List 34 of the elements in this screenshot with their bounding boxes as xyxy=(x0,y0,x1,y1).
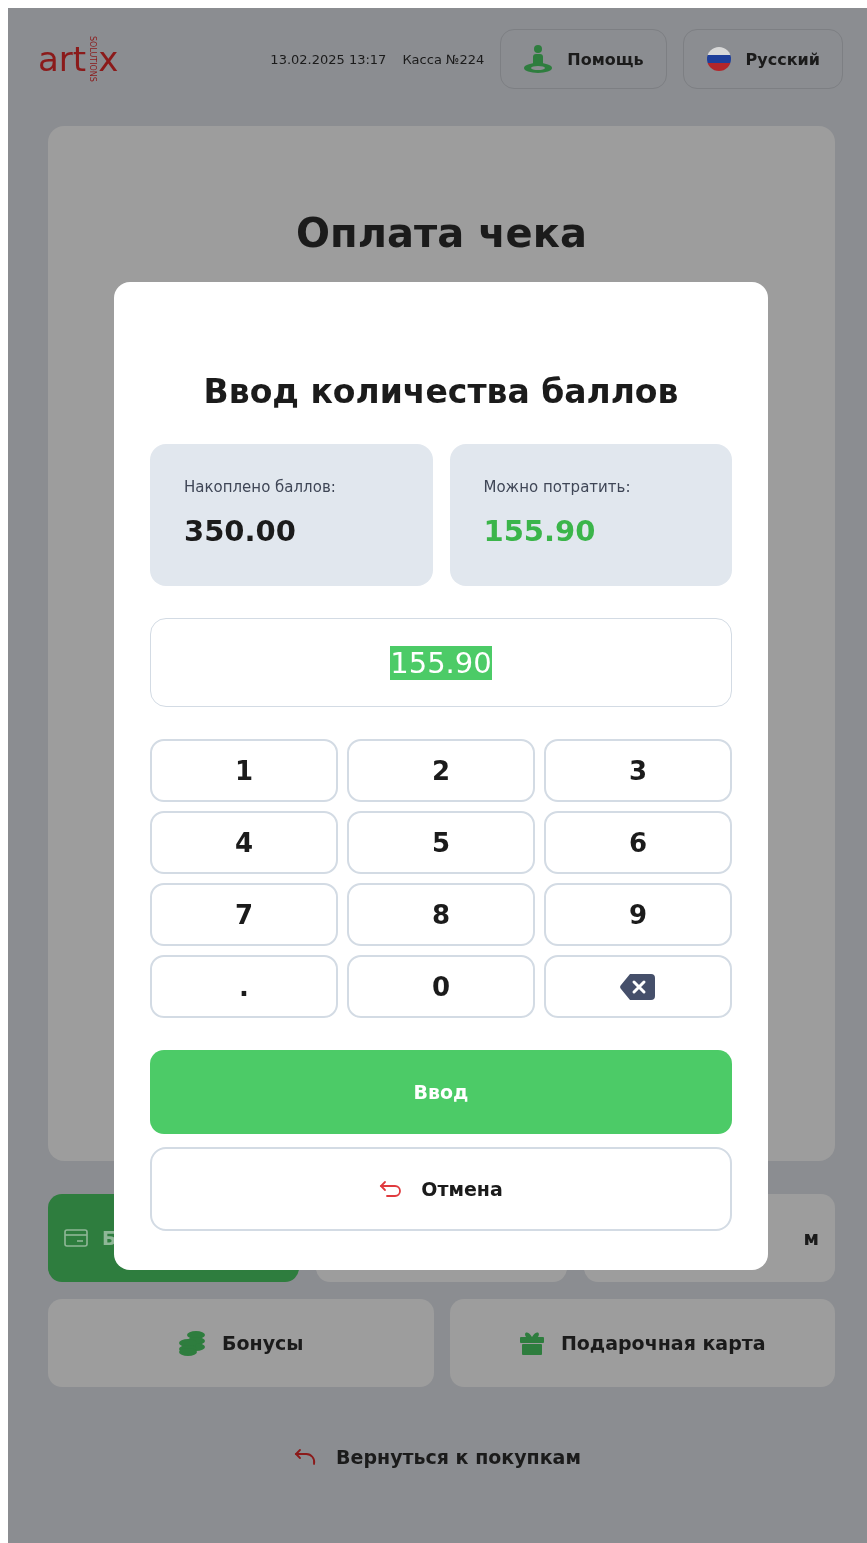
stat-value: 350.00 xyxy=(184,514,297,548)
keypad-key[interactable]: 2 xyxy=(347,739,535,802)
payment-method-button[interactable]: Подарочная карта xyxy=(449,1299,835,1387)
keypad-key[interactable]: . xyxy=(150,955,338,1018)
keypad-key[interactable]: 5 xyxy=(347,811,535,874)
coins-icon xyxy=(178,1330,206,1356)
stat-label: Накоплено баллов: xyxy=(184,478,337,496)
keypad-key[interactable]: 6 xyxy=(544,811,732,874)
keypad-key[interactable]: 4 xyxy=(150,811,338,874)
keypad-key[interactable]: 0 xyxy=(347,955,535,1018)
person-icon xyxy=(523,45,554,73)
gift-icon xyxy=(518,1330,545,1356)
cancel-button[interactable]: Отмена xyxy=(150,1147,732,1231)
dialog-title: Ввод количества баллов xyxy=(202,372,680,413)
stat-label: Можно потратить: xyxy=(483,478,632,496)
keypad-key[interactable]: 7 xyxy=(150,883,338,946)
card-icon xyxy=(64,1229,88,1247)
keypad-key[interactable]: 8 xyxy=(347,883,535,946)
undo-arrow-icon xyxy=(379,1179,404,1199)
backspace-key[interactable] xyxy=(544,955,732,1018)
keypad-key[interactable]: 3 xyxy=(544,739,732,802)
register-label: Касса №224 xyxy=(402,51,485,67)
help-button[interactable]: Помощь xyxy=(500,29,667,89)
keypad-key[interactable]: 9 xyxy=(544,883,732,946)
backspace-icon xyxy=(620,972,656,1001)
flag-icon xyxy=(705,46,732,72)
keypad-key[interactable]: 1 xyxy=(150,739,338,802)
logo: art SOLUTIONS x xyxy=(38,36,119,82)
stat-value: 155.90 xyxy=(483,514,597,548)
language-button[interactable]: Русский xyxy=(682,29,843,89)
payment-method-button[interactable]: Бонусы xyxy=(48,1299,434,1387)
page-title: Оплата чека xyxy=(296,210,587,258)
datetime-label: 13.02.2025 13:17 xyxy=(270,51,387,67)
back-link[interactable]: Вернуться к покупкам xyxy=(288,1445,587,1469)
